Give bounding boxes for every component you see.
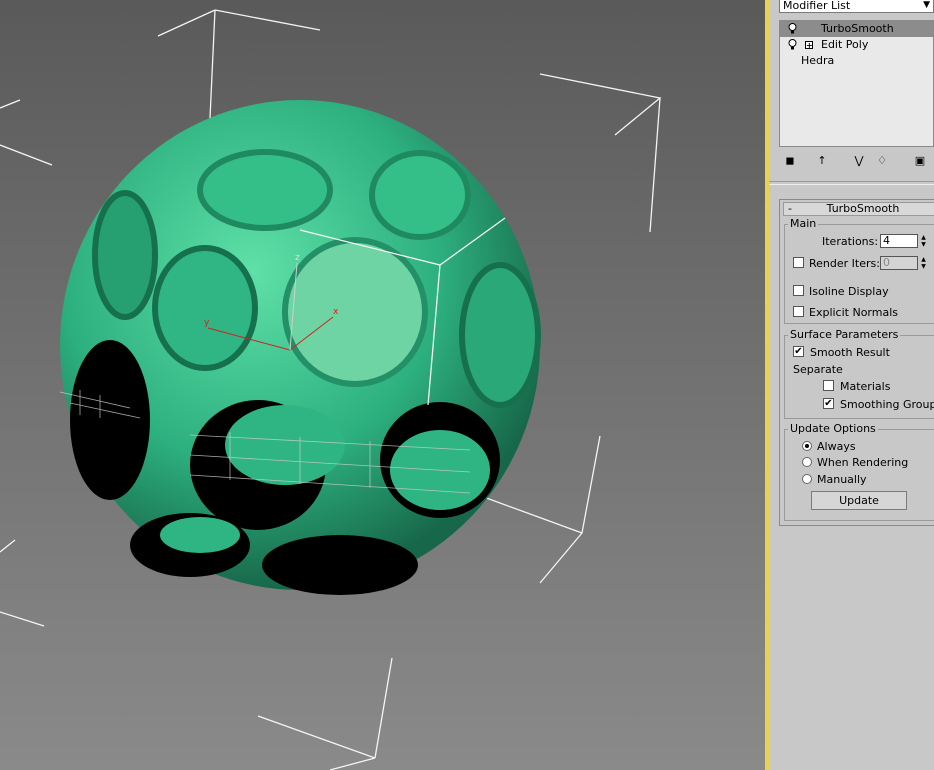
remove-modifier-icon[interactable]: ♢ (874, 153, 890, 169)
make-unique-icon[interactable]: ⋁ (851, 153, 867, 169)
separate-label: Separate (793, 363, 843, 376)
explicit-normals-checkbox[interactable] (793, 306, 804, 317)
collapse-icon[interactable]: - (788, 203, 792, 215)
lightbulb-icon[interactable] (788, 39, 797, 50)
materials-label: Materials (840, 380, 891, 393)
stack-toolbar: ◼ ↑ ⋁ ♢ ▣ (779, 153, 934, 171)
stack-item-label: Hedra (801, 54, 835, 67)
surface-parameters-label: Surface Parameters (788, 328, 901, 342)
update-options-group: Update Options Always When Rendering Man… (784, 422, 934, 521)
chevron-down-icon: ▼ (923, 0, 930, 10)
rollout-header[interactable]: - TurboSmooth (783, 202, 934, 216)
when-rendering-label: When Rendering (817, 456, 909, 469)
modifier-stack[interactable]: TurboSmooth + Edit Poly Hedra (779, 20, 934, 147)
explicit-normals-label: Explicit Normals (809, 306, 898, 319)
show-end-result-icon[interactable]: ↑ (814, 153, 830, 169)
iterations-spinner[interactable]: ▲ ▼ (919, 234, 928, 248)
configure-sets-icon[interactable]: ▣ (912, 153, 928, 169)
smooth-result-checkbox[interactable]: ✔ (793, 346, 804, 357)
modifier-list-dropdown[interactable]: Modifier List ▼ (779, 0, 934, 13)
smoothing-groups-label: Smoothing Groups (840, 398, 934, 411)
axis-x-label: x (333, 307, 339, 317)
render-iters-label: Render Iters: (809, 257, 880, 270)
divider-line (769, 181, 934, 185)
stack-item-label: Edit Poly (821, 38, 869, 51)
smoothing-groups-checkbox[interactable]: ✔ (823, 398, 834, 409)
iterations-input[interactable]: 4 (880, 234, 918, 248)
update-options-label: Update Options (788, 422, 878, 436)
update-button[interactable]: Update (811, 491, 907, 510)
stack-item-edit-poly[interactable]: + Edit Poly (780, 37, 933, 53)
axis-y-label: y (204, 318, 210, 328)
stack-item-turbosmooth[interactable]: TurboSmooth (780, 21, 933, 37)
3d-viewport[interactable]: y x z (0, 0, 765, 770)
stack-item-hedra[interactable]: Hedra (780, 53, 933, 69)
manually-label: Manually (817, 473, 867, 486)
rollout-title: TurboSmooth (826, 202, 900, 215)
isoline-display-label: Isoline Display (809, 285, 889, 298)
viewport-scene: y x z (0, 9, 662, 770)
modifier-list-label: Modifier List (783, 0, 851, 12)
surface-parameters-group: Surface Parameters ✔ Smooth Result Separ… (784, 328, 934, 419)
render-iters-checkbox[interactable] (793, 257, 804, 268)
main-group: Main Iterations: 4 ▲ ▼ Render Iters: 0 ▲ ▼… (784, 217, 934, 324)
render-iters-spinner[interactable]: ▲ ▼ (919, 256, 928, 270)
iterations-label: Iterations: (822, 235, 879, 248)
isoline-display-checkbox[interactable] (793, 285, 804, 296)
lightbulb-icon[interactable] (788, 23, 797, 34)
turbosmooth-rollout: - TurboSmooth Main Iterations: 4 ▲ ▼ Rend… (779, 199, 934, 526)
always-radio[interactable] (802, 441, 812, 451)
when-rendering-radio[interactable] (802, 457, 812, 467)
smooth-result-label: Smooth Result (810, 346, 890, 359)
always-label: Always (817, 440, 856, 453)
render-iters-input[interactable]: 0 (880, 256, 918, 270)
pin-stack-icon[interactable]: ◼ (782, 153, 798, 169)
modify-panel: Modifier List ▼ TurboSmooth + Edit Poly … (769, 0, 934, 770)
manually-radio[interactable] (802, 474, 812, 484)
materials-checkbox[interactable] (823, 380, 834, 391)
main-group-label: Main (788, 217, 819, 231)
stack-item-label: TurboSmooth (821, 22, 894, 35)
expand-plus-icon[interactable]: + (805, 41, 813, 50)
axis-z-label: z (295, 253, 300, 263)
